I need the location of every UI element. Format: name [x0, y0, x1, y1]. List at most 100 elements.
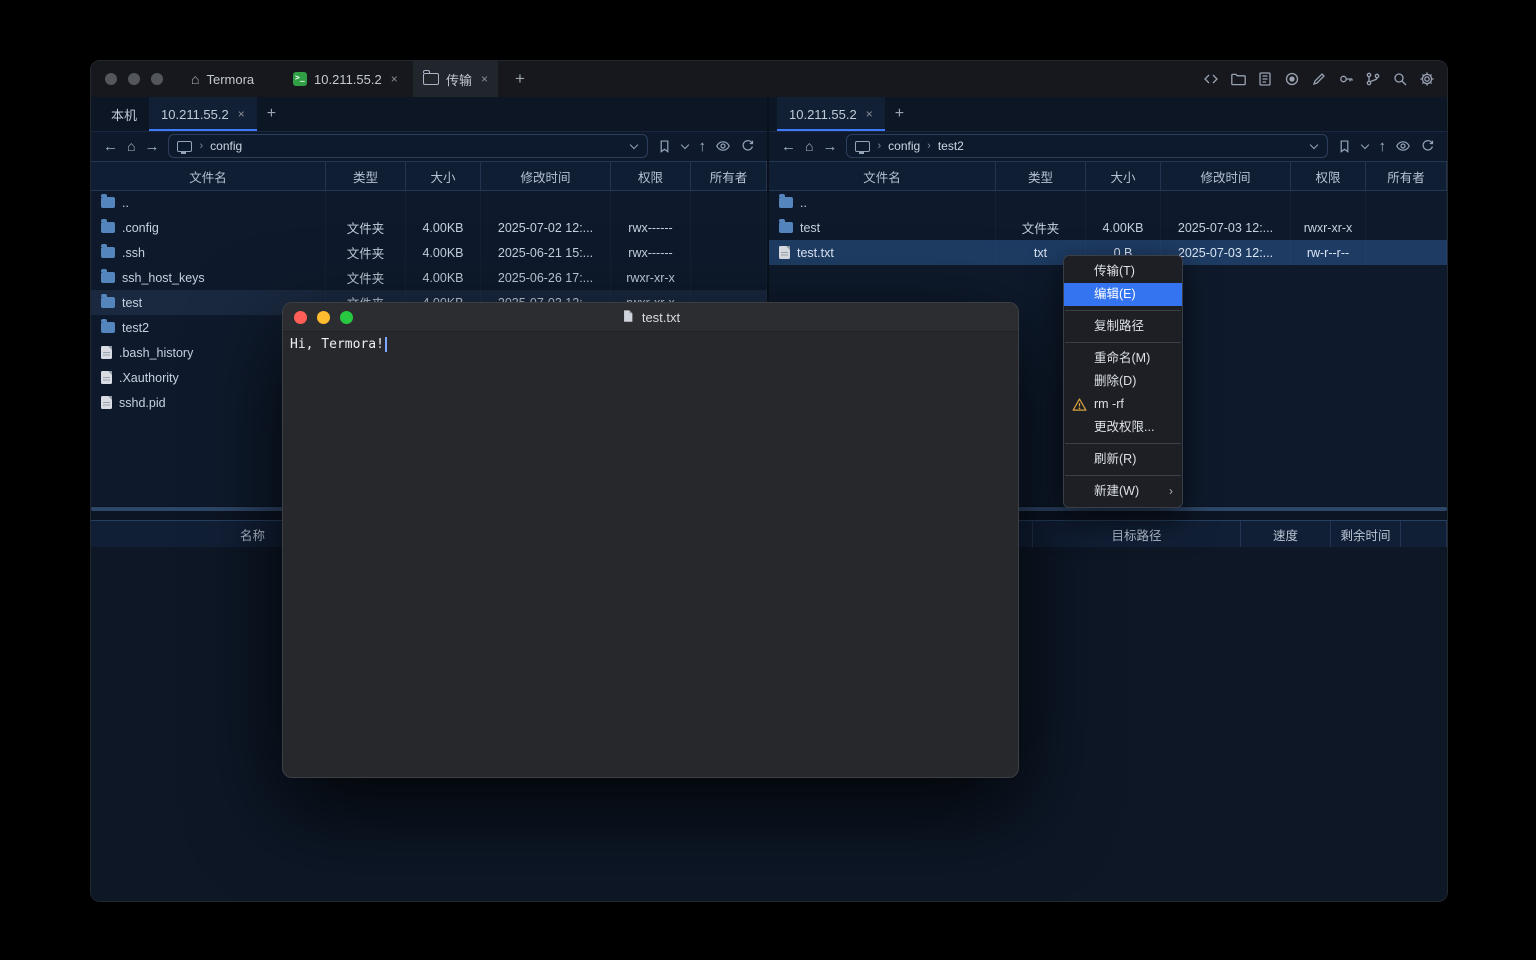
show-hidden-eye-icon[interactable] — [715, 138, 731, 154]
path-segment[interactable]: test2 — [938, 139, 964, 153]
menu-item-rm-rf[interactable]: rm -rf — [1064, 393, 1182, 416]
path-separator: › — [877, 140, 881, 152]
path-segment[interactable]: config — [888, 139, 920, 153]
file-name: test — [122, 296, 142, 310]
close-tab-icon[interactable]: × — [481, 72, 488, 86]
folder-icon — [779, 222, 793, 233]
column-header[interactable]: 所有者 — [691, 162, 767, 190]
folder-icon — [423, 73, 439, 85]
home-icon[interactable]: ⌂ — [805, 139, 813, 153]
chevron-down-icon[interactable] — [1310, 142, 1319, 151]
log-icon[interactable] — [1257, 71, 1273, 87]
editor-titlebar[interactable]: test.txt — [283, 303, 1018, 332]
chevron-down-icon[interactable] — [630, 142, 639, 151]
column-header[interactable]: 所有者 — [1366, 162, 1447, 190]
forward-icon[interactable]: → — [822, 139, 837, 154]
back-icon[interactable]: ← — [103, 139, 118, 154]
column-header[interactable]: 类型 — [326, 162, 406, 190]
back-icon[interactable]: ← — [781, 139, 796, 154]
path-bar[interactable]: › config › test2 — [846, 134, 1327, 158]
editor-title: test.txt — [642, 310, 680, 325]
refresh-icon[interactable] — [1420, 139, 1435, 154]
menu-item-change-permissions[interactable]: 更改权限... — [1064, 416, 1182, 439]
home-icon[interactable]: ⌂ — [127, 139, 135, 153]
close-tab-icon[interactable]: × — [391, 72, 398, 86]
left-table-header: 文件名 类型 大小 修改时间 权限 所有者 — [91, 161, 767, 191]
menu-item-copy-path[interactable]: 复制路径 — [1064, 315, 1182, 338]
bookmark-icon[interactable] — [657, 139, 672, 154]
terminal-icon — [293, 72, 307, 86]
column-header[interactable]: 大小 — [406, 162, 481, 190]
show-hidden-eye-icon[interactable] — [1395, 138, 1411, 154]
search-icon[interactable] — [1392, 71, 1408, 87]
menu-item-refresh[interactable]: 刷新(R) — [1064, 448, 1182, 471]
editor-minimize-button[interactable] — [317, 311, 330, 324]
menu-item-edit[interactable]: 编辑(E) — [1064, 283, 1182, 306]
home-icon: ⌂ — [191, 72, 199, 86]
bookmark-icon[interactable] — [1337, 139, 1352, 154]
file-row[interactable]: test 文件夹4.00KB2025-07-03 12:...rwxr-xr-x — [769, 215, 1447, 240]
refresh-icon[interactable] — [740, 139, 755, 154]
file-row[interactable]: .config 文件夹4.00KB2025-07-02 12:...rwx---… — [91, 215, 767, 240]
folder-icon — [101, 197, 115, 208]
column-header[interactable]: 修改时间 — [1161, 162, 1291, 190]
computer-icon — [177, 141, 192, 152]
upload-icon[interactable]: ↑ — [1379, 139, 1387, 154]
path-bar[interactable]: › config — [168, 134, 647, 158]
right-pane-toolbar: ← ⌂ → › config › test2 ↑ — [769, 131, 1447, 161]
path-segment[interactable]: config — [210, 139, 242, 153]
editor-zoom-button[interactable] — [340, 311, 353, 324]
menu-item-transfer[interactable]: 传输(T) — [1064, 260, 1182, 283]
column-header[interactable]: 权限 — [1291, 162, 1366, 190]
window-zoom-button[interactable] — [151, 73, 163, 85]
menu-item-delete[interactable]: 删除(D) — [1064, 370, 1182, 393]
close-tab-icon[interactable]: × — [866, 107, 873, 121]
branch-icon[interactable] — [1365, 71, 1381, 87]
folder-icon — [101, 272, 115, 283]
new-pane-tab-button[interactable]: + — [257, 97, 286, 131]
right-pane-tabs: 10.211.55.2 × + — [769, 97, 1447, 132]
pane-tab-host[interactable]: 10.211.55.2 × — [149, 97, 257, 131]
key-icon[interactable] — [1338, 71, 1354, 87]
menu-item-new[interactable]: 新建(W) › — [1064, 480, 1182, 503]
editor-close-button[interactable] — [294, 311, 307, 324]
column-header[interactable]: 权限 — [611, 162, 691, 190]
menu-separator — [1065, 310, 1181, 311]
file-row[interactable]: .. — [91, 190, 767, 215]
file-row[interactable]: .. — [769, 190, 1447, 215]
forward-icon[interactable]: → — [144, 139, 159, 154]
code-icon[interactable] — [1203, 71, 1219, 87]
tab-termora-home[interactable]: ⌂ Termora — [181, 61, 264, 97]
column-header[interactable]: 文件名 — [91, 162, 326, 190]
editor-content[interactable]: Hi, Termora! — [283, 332, 1018, 357]
column-header[interactable]: 速度 — [1241, 521, 1331, 547]
record-icon[interactable] — [1284, 71, 1300, 87]
file-row[interactable]: ssh_host_keys 文件夹4.00KB2025-06-26 17:...… — [91, 265, 767, 290]
column-header[interactable]: 类型 — [996, 162, 1086, 190]
upload-icon[interactable]: ↑ — [699, 139, 707, 154]
column-header[interactable]: 文件名 — [769, 162, 996, 190]
window-close-button[interactable] — [105, 73, 117, 85]
folder-icon[interactable] — [1230, 71, 1246, 87]
bookmark-dropdown-icon[interactable] — [1361, 142, 1370, 151]
tab-ssh-host[interactable]: 10.211.55.2 × — [283, 61, 408, 97]
column-header[interactable]: 剩余时间 — [1331, 521, 1401, 547]
close-tab-icon[interactable]: × — [238, 107, 245, 121]
edit-icon[interactable] — [1311, 71, 1327, 87]
menu-separator — [1065, 475, 1181, 476]
column-header[interactable]: 目标路径 — [1033, 521, 1241, 547]
pane-tab-host[interactable]: 10.211.55.2 × — [777, 97, 885, 131]
new-tab-button[interactable]: + — [515, 61, 525, 97]
new-pane-tab-button[interactable]: + — [885, 97, 914, 131]
column-header[interactable]: 大小 — [1086, 162, 1161, 190]
column-header[interactable]: 修改时间 — [481, 162, 611, 190]
settings-icon[interactable] — [1419, 71, 1435, 87]
bookmark-dropdown-icon[interactable] — [681, 142, 690, 151]
window-minimize-button[interactable] — [128, 73, 140, 85]
file-row[interactable]: .ssh 文件夹4.00KB2025-06-21 15:...rwx------ — [91, 240, 767, 265]
titlebar-actions — [1203, 71, 1435, 87]
pane-tab-local[interactable]: 本机 — [99, 97, 149, 131]
folder-icon — [101, 247, 115, 258]
menu-item-rename[interactable]: 重命名(M) — [1064, 347, 1182, 370]
tab-transfer[interactable]: 传输 × — [413, 61, 498, 97]
